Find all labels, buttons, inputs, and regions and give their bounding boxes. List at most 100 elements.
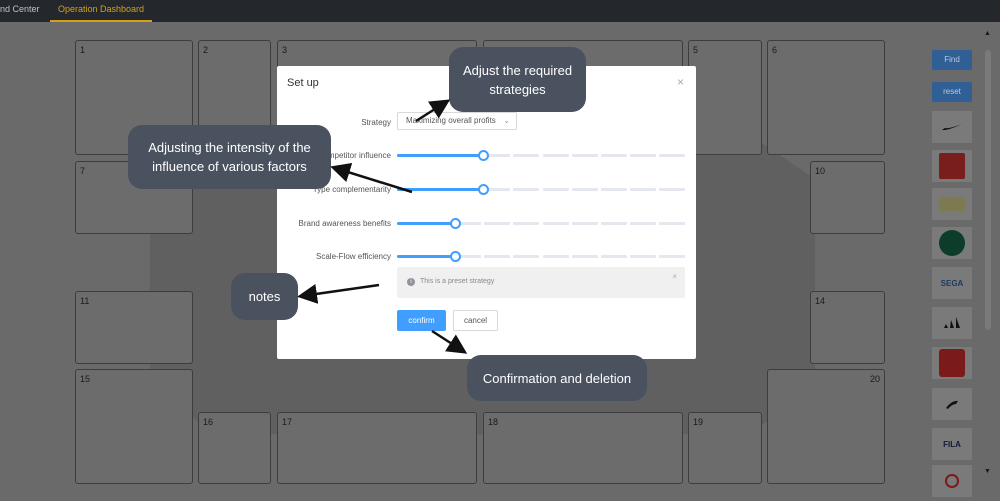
slider-fill (397, 154, 484, 157)
shop-cell[interactable]: 15 (75, 369, 193, 484)
shop-cell[interactable]: 14 (810, 291, 885, 364)
strategy-label: Strategy (361, 118, 391, 127)
close-icon[interactable]: × (677, 75, 684, 89)
switch-logo-icon[interactable] (932, 347, 972, 379)
chevron-down-icon: ⌄ (503, 116, 510, 125)
strategy-value: Maximizing overall profits (406, 116, 496, 125)
nike-logo-icon[interactable] (932, 111, 972, 143)
cell-number: 15 (80, 374, 91, 384)
cell-number: 10 (815, 166, 826, 176)
slider-fill (397, 222, 455, 225)
slider-track-segment (484, 255, 511, 258)
slider-track-segment (513, 188, 540, 191)
slider-track-segment (513, 154, 540, 157)
slider-track-segment (513, 255, 540, 258)
cancel-button[interactable]: cancel (453, 310, 498, 331)
cell-number: 16 (203, 417, 214, 427)
confirm-button[interactable]: confirm (397, 310, 446, 331)
note-text: This is a preset strategy (420, 278, 495, 285)
callout-strategies: Adjust the required strategies (449, 47, 586, 112)
shop-cell[interactable]: 18 (483, 412, 683, 484)
slider-track-segment (600, 188, 627, 191)
shop-cell[interactable]: 17 (277, 412, 477, 484)
find-button[interactable]: Find (932, 50, 972, 70)
slider-track-segment (571, 154, 598, 157)
slider-label: Scale-Flow efficiency (316, 252, 391, 261)
slider-track-segment (542, 255, 569, 258)
cell-number: 2 (203, 45, 209, 55)
cell-number: 3 (282, 45, 288, 55)
slider-track-segment (629, 222, 656, 225)
slider-track-segment (542, 188, 569, 191)
shop-cell[interactable]: 16 (198, 412, 271, 484)
cell-number: 18 (488, 417, 499, 427)
shop-cell[interactable]: 6 (767, 40, 885, 155)
cell-number: 1 (80, 45, 86, 55)
info-icon: i (407, 278, 415, 286)
slider-track-segment (484, 222, 511, 225)
dialog-title: Set up (287, 77, 319, 89)
slider-track-segment (571, 255, 598, 258)
cell-number: 14 (815, 296, 826, 306)
callout-intensity: Adjusting the intensity of the influence… (128, 125, 331, 189)
slider-handle[interactable] (478, 150, 490, 161)
slider-track-segment (658, 222, 685, 225)
strategy-select[interactable]: Maximizing overall profits ⌄ (397, 112, 517, 130)
shop-cell[interactable]: 10 (810, 161, 885, 234)
cell-number: 6 (772, 45, 778, 55)
callout-notes: notes (231, 273, 298, 320)
kfc-logo-icon[interactable] (932, 150, 972, 182)
slider-handle[interactable] (449, 251, 461, 262)
slider-fill (397, 255, 455, 258)
slider-track-segment (600, 222, 627, 225)
shop-cell[interactable]: 5 (688, 40, 762, 155)
sega-logo-icon[interactable]: SEGA (932, 267, 972, 299)
cell-number: 5 (693, 45, 699, 55)
tab-command-center[interactable]: nd Center (0, 0, 40, 22)
slider-track-segment (571, 188, 598, 191)
slider-fill (397, 188, 484, 191)
slider-track-segment (513, 222, 540, 225)
slider-track-segment (629, 154, 656, 157)
cell-number: 19 (693, 417, 704, 427)
competitor-influence-slider[interactable] (397, 150, 685, 161)
shop-cell[interactable]: 19 (688, 412, 762, 484)
top-navigation: nd Center Operation Dashboard (0, 0, 1000, 22)
notes-box: i This is a preset strategy × (397, 267, 685, 298)
scroll-up-icon[interactable]: ▲ (984, 30, 991, 37)
slider-track-segment (658, 188, 685, 191)
adidas-logo-icon[interactable] (932, 307, 972, 339)
note-close-icon[interactable]: × (672, 272, 677, 281)
slider-handle[interactable] (449, 218, 461, 229)
cell-number: 11 (80, 296, 90, 306)
cell-number: 7 (80, 166, 86, 176)
cell-number: 20 (869, 374, 880, 384)
brand-logo-icon[interactable] (932, 188, 972, 220)
slider-track-segment (600, 255, 627, 258)
tab-operation-dashboard[interactable]: Operation Dashboard (50, 0, 153, 22)
brand-logo-icon[interactable] (932, 465, 972, 497)
starbucks-logo-icon[interactable] (932, 227, 972, 259)
puma-logo-icon[interactable] (932, 388, 972, 420)
brand-awareness-slider[interactable] (397, 218, 685, 229)
callout-confirm: Confirmation and deletion (467, 355, 647, 401)
slider-track-segment (542, 154, 569, 157)
slider-label: Brand awareness benefits (298, 219, 392, 228)
slider-track-segment (658, 154, 685, 157)
scale-flow-slider[interactable] (397, 251, 685, 262)
shop-cell[interactable]: 11 (75, 291, 193, 364)
slider-track-segment (658, 255, 685, 258)
slider-track-segment (542, 222, 569, 225)
slider-track-segment (629, 188, 656, 191)
fila-logo-icon[interactable]: FILA (932, 428, 972, 460)
cell-number: 17 (282, 417, 293, 427)
scrollbar[interactable] (985, 50, 991, 330)
slider-track-segment (600, 154, 627, 157)
type-complementarity-slider[interactable] (397, 184, 685, 195)
reset-button[interactable]: reset (932, 82, 972, 102)
slider-track-segment (629, 255, 656, 258)
slider-track-segment (571, 222, 598, 225)
shop-cell[interactable]: 20 (767, 369, 885, 484)
scroll-down-icon[interactable]: ▼ (984, 468, 991, 475)
slider-handle[interactable] (478, 184, 490, 195)
